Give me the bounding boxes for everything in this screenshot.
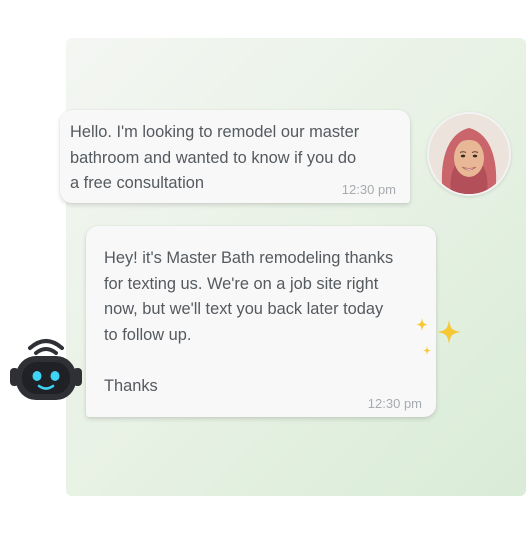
outgoing-message-text: Hey! it's Master Bath remodeling thanks …	[104, 249, 394, 395]
customer-avatar	[427, 112, 511, 196]
outgoing-message-bubble: Hey! it's Master Bath remodeling thanks …	[86, 226, 436, 417]
outgoing-message-timestamp: 12:30 pm	[367, 396, 422, 411]
incoming-message-timestamp: 12:30 pm	[341, 182, 396, 197]
sparkle-icon	[416, 318, 461, 355]
robot-icon	[10, 339, 82, 400]
customer-avatar-photo	[429, 114, 509, 194]
incoming-message-bubble: Hello. I'm looking to remodel our master…	[60, 110, 410, 203]
